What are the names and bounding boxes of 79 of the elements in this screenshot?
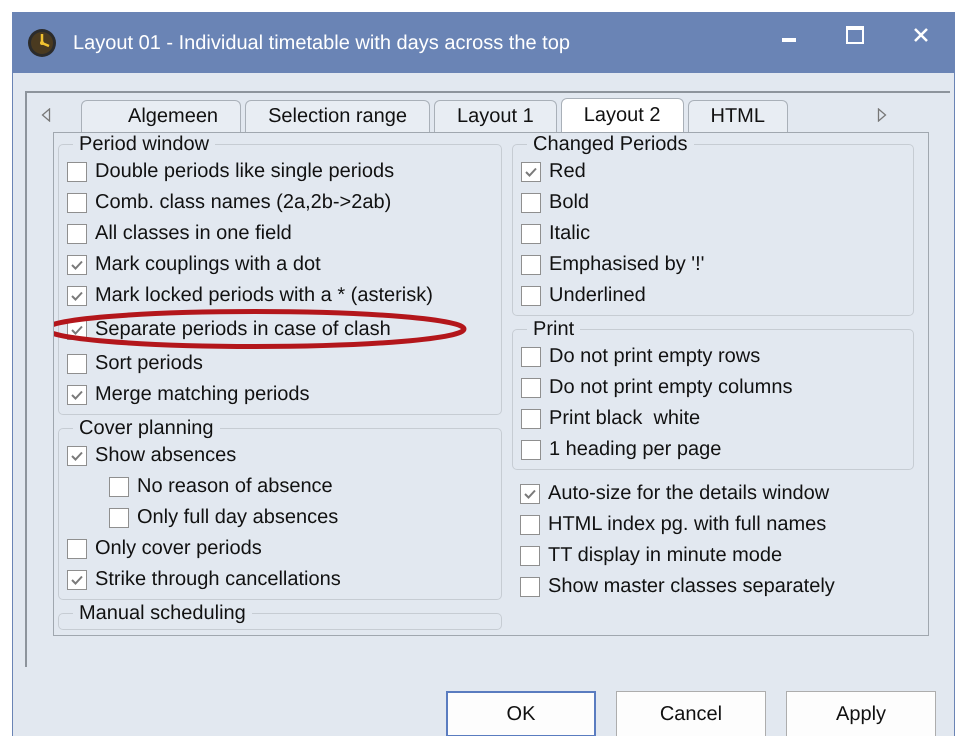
- tab[interactable]: Selection range: [245, 100, 430, 132]
- checkbox-label: Strike through cancellations: [95, 568, 341, 591]
- checkbox-label: Italic: [549, 222, 590, 245]
- group-title: Cover planning: [78, 417, 215, 440]
- checkbox[interactable]: [521, 162, 541, 182]
- checkbox-label: TT display in minute mode: [548, 544, 782, 567]
- group-title: Manual scheduling: [78, 602, 247, 625]
- check-icon: [525, 166, 537, 176]
- dialog-button[interactable]: Cancel: [616, 691, 766, 736]
- checkbox-label: Do not print empty columns: [549, 376, 792, 399]
- checkbox[interactable]: [521, 192, 541, 212]
- checkbox[interactable]: [520, 546, 540, 566]
- triangle-right-icon: [877, 108, 887, 122]
- checkbox[interactable]: [67, 162, 87, 182]
- checkbox-label: No reason of absence: [137, 475, 333, 498]
- maximize-icon: [846, 26, 864, 44]
- checkbox-label: Bold: [549, 191, 590, 214]
- checkbox[interactable]: [520, 484, 540, 504]
- checkbox[interactable]: [67, 286, 87, 306]
- checkbox-label: Separate periods in case of clash: [95, 318, 391, 341]
- checkbox[interactable]: [67, 354, 87, 374]
- checkbox[interactable]: [521, 224, 541, 244]
- checkbox[interactable]: [521, 408, 541, 428]
- checkbox-label: Sort periods: [95, 352, 203, 375]
- checkbox-label: Mark couplings with a dot: [95, 253, 321, 276]
- dialog-button[interactable]: OK: [446, 691, 596, 736]
- checkbox-label: All classes in one field: [95, 222, 292, 245]
- checkbox[interactable]: [67, 254, 87, 274]
- checkbox-label: Do not print empty rows: [549, 345, 760, 368]
- check-icon: [71, 450, 83, 460]
- check-icon: [71, 290, 83, 300]
- checkbox[interactable]: [67, 384, 87, 404]
- checkbox-label: Only full day absences: [137, 506, 338, 529]
- checkbox-label: Only cover periods: [95, 537, 262, 560]
- check-icon: [71, 390, 83, 400]
- checkbox-label: Underlined: [549, 284, 646, 307]
- checkbox[interactable]: [521, 254, 541, 274]
- checkbox[interactable]: [520, 514, 540, 534]
- checkbox[interactable]: [109, 476, 129, 496]
- group-title: Print: [532, 318, 576, 341]
- tab[interactable]: HTML: [688, 100, 788, 132]
- checkbox[interactable]: [67, 446, 87, 466]
- checkbox-label: Auto-size for the details window: [548, 482, 830, 505]
- checkbox[interactable]: [67, 538, 87, 558]
- minimize-icon: [782, 38, 796, 42]
- checkbox-label: Mark locked periods with a * (asterisk): [95, 284, 433, 307]
- group-title: Changed Periods: [532, 133, 689, 156]
- check-icon: [71, 574, 83, 584]
- checkbox-label: Merge matching periods: [95, 383, 310, 406]
- clock-icon: [27, 28, 57, 58]
- check-icon: [524, 488, 536, 498]
- tab[interactable]: Layout 1: [434, 100, 557, 132]
- checkbox[interactable]: [520, 576, 540, 596]
- checkbox[interactable]: [67, 192, 87, 212]
- checkbox-label: Emphasised by '!': [549, 253, 704, 276]
- checkbox[interactable]: [521, 286, 541, 306]
- check-icon: [71, 324, 83, 334]
- checkbox[interactable]: [521, 378, 541, 398]
- window-title: Layout 01 - Individual timetable with days across the top: [73, 32, 571, 54]
- dialog-button[interactable]: Apply: [786, 691, 936, 736]
- checkbox[interactable]: [67, 224, 87, 244]
- checkbox[interactable]: [521, 346, 541, 366]
- checkbox-label: 1 heading per page: [549, 438, 722, 461]
- checkbox-label: Comb. class names (2a,2b->2ab): [95, 191, 392, 214]
- checkbox-label: Show master classes separately: [548, 575, 835, 598]
- checkbox-label: Show absences: [95, 444, 236, 467]
- checkbox[interactable]: [521, 440, 541, 460]
- checkbox[interactable]: [67, 570, 87, 590]
- checkbox[interactable]: [109, 508, 129, 528]
- group-title: Period window: [78, 133, 210, 156]
- tab[interactable]: Algemeen: [81, 100, 242, 132]
- check-icon: [71, 260, 83, 270]
- close-icon: [913, 27, 929, 43]
- checkbox-label: Red: [549, 160, 586, 183]
- checkbox-label: Double periods like single periods: [95, 160, 394, 183]
- tab[interactable]: Layout 2: [560, 98, 684, 132]
- checkbox-label: Print black white: [549, 407, 700, 430]
- checkbox-label: HTML index pg. with full names: [548, 513, 826, 536]
- triangle-left-icon: [41, 108, 51, 122]
